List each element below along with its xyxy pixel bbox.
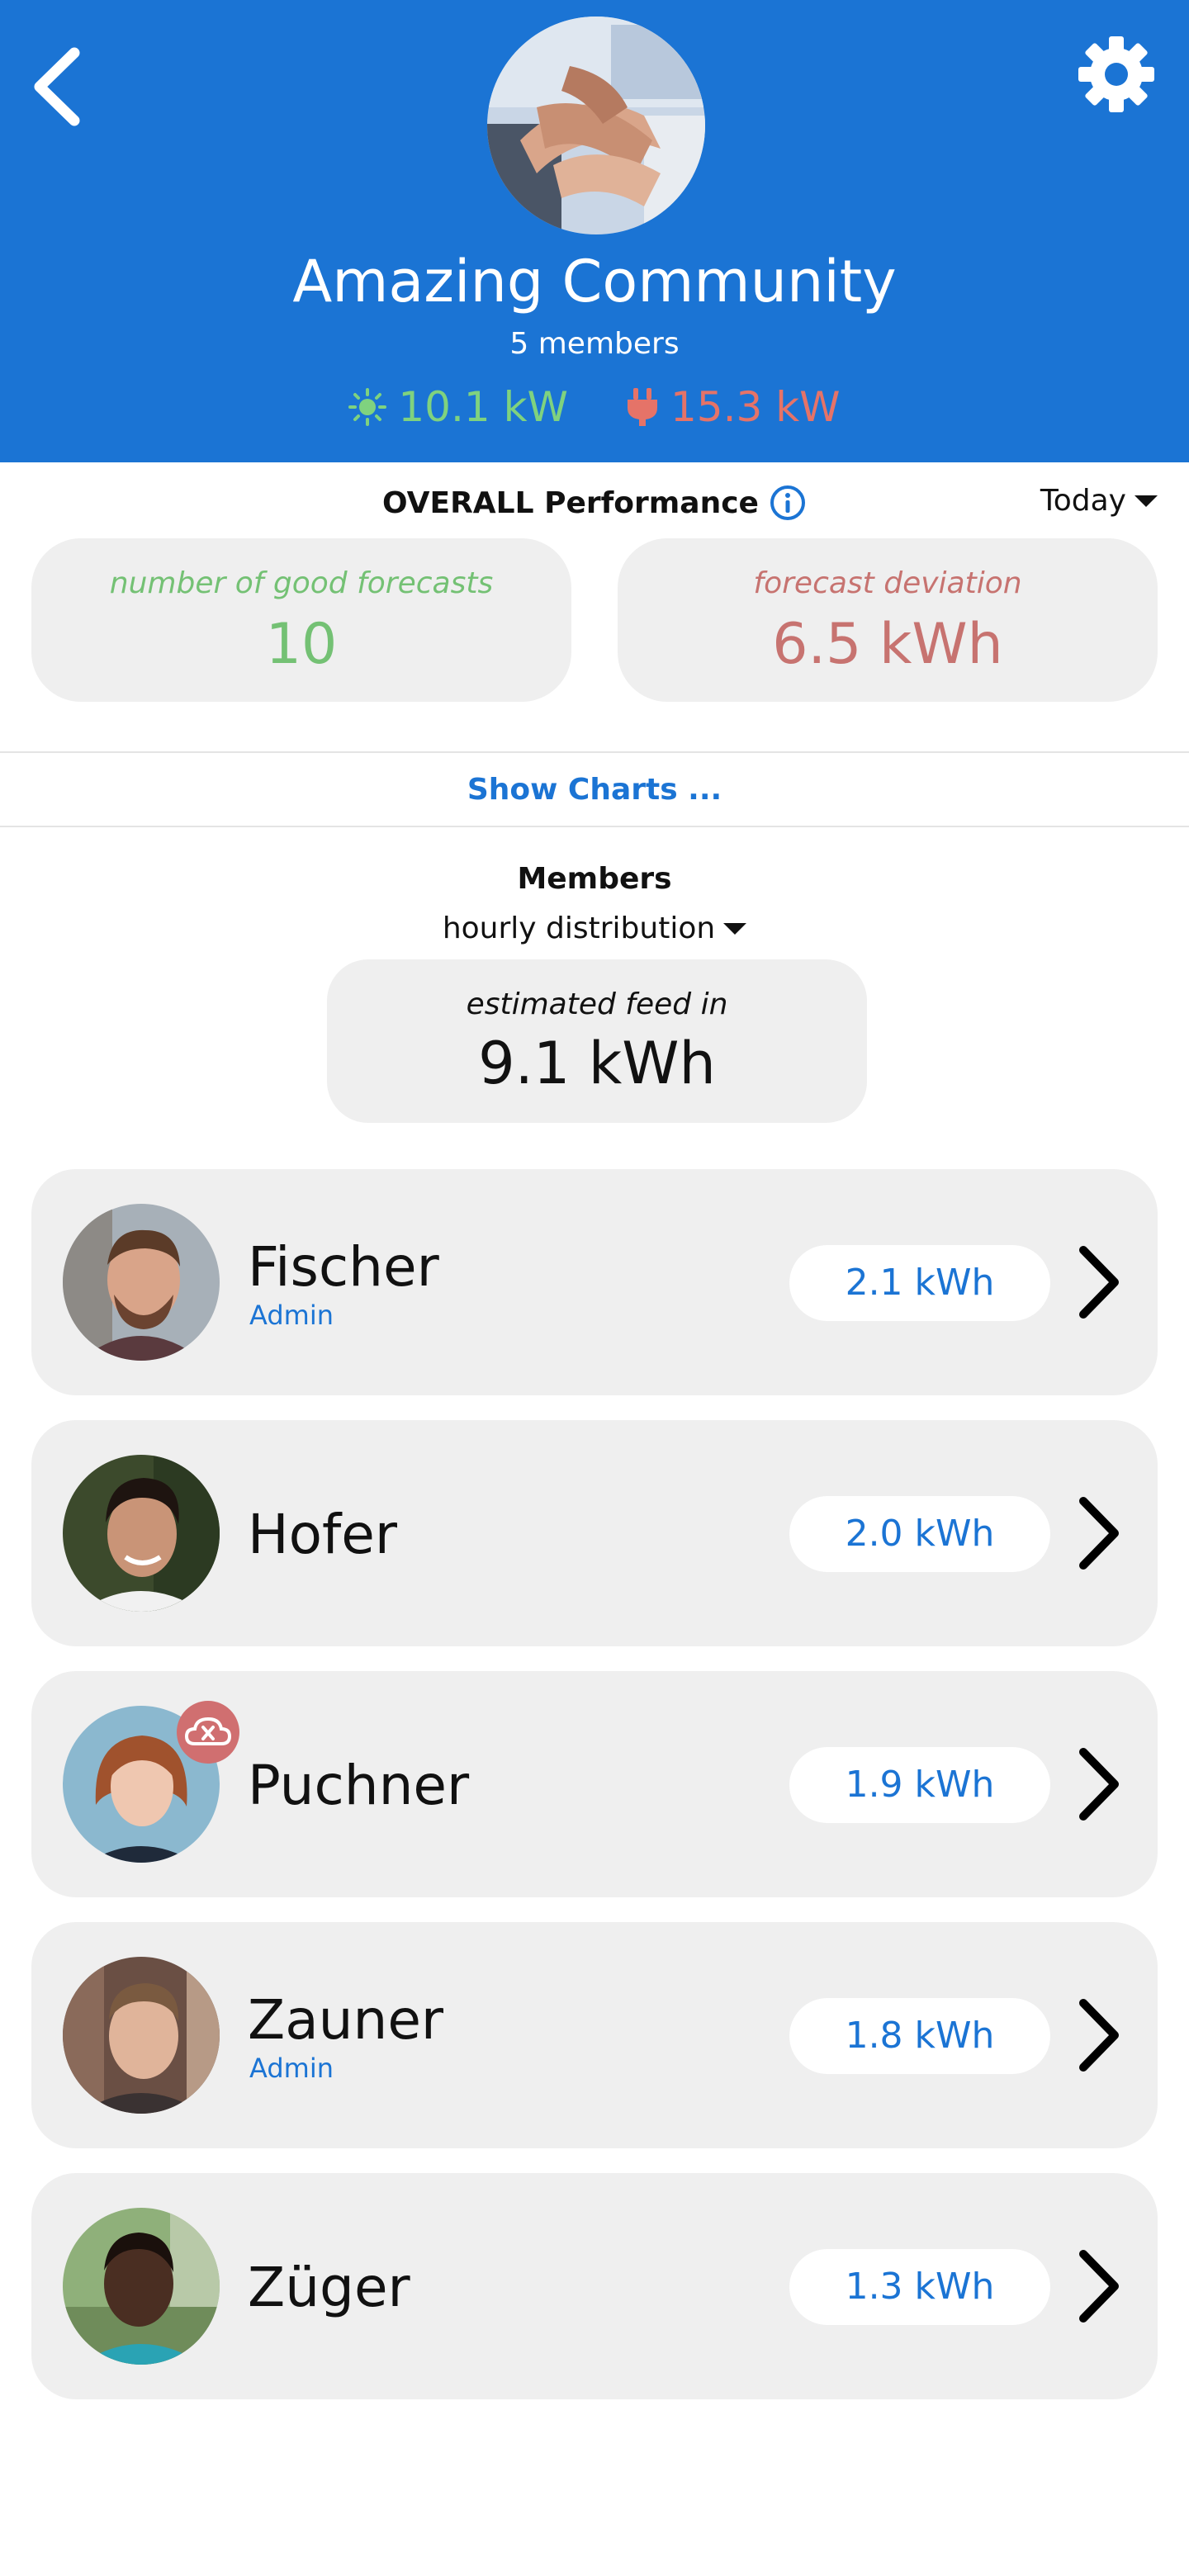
- member-role: Admin: [249, 2053, 334, 2084]
- member-card-puchner[interactable]: Puchner 1.9 kWh: [31, 1671, 1158, 1897]
- member-role: Admin: [249, 1300, 334, 1331]
- forecast-deviation-card: forecast deviation 6.5 kWh: [618, 538, 1158, 702]
- member-name: Puchner: [248, 1754, 470, 1817]
- sun-icon: [348, 388, 387, 426]
- member-name: Züger: [248, 2256, 410, 2319]
- avatar: [63, 2208, 220, 2365]
- chevron-right-icon[interactable]: [1073, 1242, 1123, 1323]
- member-card-fischer[interactable]: Fischer Admin 2.1 kWh: [31, 1169, 1158, 1395]
- divider: [0, 826, 1189, 827]
- forecast-deviation-value: 6.5 kWh: [772, 612, 1003, 677]
- settings-button[interactable]: [1075, 33, 1158, 116]
- member-card-zuger[interactable]: Züger 1.3 kWh: [31, 2173, 1158, 2399]
- avatar: [63, 1204, 220, 1361]
- member-count: 5 members: [509, 327, 680, 361]
- estimated-feed-card: estimated feed in 9.1 kWh: [327, 959, 867, 1123]
- good-forecasts-card: number of good forecasts 10: [31, 538, 571, 702]
- offline-badge: [177, 1701, 239, 1764]
- member-energy: 1.3 kWh: [789, 2249, 1050, 2325]
- good-forecasts-label: number of good forecasts: [109, 566, 494, 600]
- member-energy: 2.1 kWh: [789, 1245, 1050, 1321]
- chevron-right-icon[interactable]: [1073, 1995, 1123, 2076]
- gear-icon: [1078, 36, 1154, 112]
- members-title: Members: [517, 862, 672, 896]
- cloud-offline-icon: [184, 1717, 232, 1745]
- member-energy: 1.9 kWh: [789, 1747, 1050, 1823]
- avatar: [63, 1455, 220, 1612]
- member-name: Fischer: [248, 1235, 439, 1299]
- plug-icon: [628, 388, 657, 426]
- caret-down-icon: [1135, 495, 1158, 507]
- power-stats: 10.1 kW 15.3 kW: [0, 383, 1189, 431]
- estimated-feed-value: 9.1 kWh: [478, 1030, 716, 1097]
- member-name: Hofer: [248, 1503, 397, 1566]
- grid-value: 15.3 kW: [670, 383, 841, 431]
- caret-down-icon: [723, 922, 747, 935]
- member-energy: 2.0 kWh: [789, 1496, 1050, 1572]
- chevron-right-icon[interactable]: [1073, 1493, 1123, 1574]
- performance-title-text: OVERALL Performance: [382, 485, 759, 520]
- chevron-left-icon: [34, 47, 80, 126]
- member-name: Zauner: [248, 1988, 444, 2052]
- distribution-select[interactable]: hourly distribution: [0, 912, 1189, 945]
- community-avatar: [487, 17, 705, 234]
- solar-value: 10.1 kW: [398, 383, 568, 431]
- distribution-label: hourly distribution: [442, 912, 716, 945]
- show-charts-link[interactable]: Show Charts ...: [0, 773, 1189, 807]
- avatar: [63, 1957, 220, 2114]
- community-header: Amazing Community 5 members 10.1 kW 15.3…: [0, 0, 1189, 462]
- performance-title: OVERALL Performance: [0, 484, 1189, 522]
- estimated-feed-label: estimated feed in: [466, 987, 728, 1021]
- divider: [0, 751, 1189, 753]
- member-card-hofer[interactable]: Hofer 2.0 kWh: [31, 1420, 1158, 1646]
- member-card-zauner[interactable]: Zauner Admin 1.8 kWh: [31, 1922, 1158, 2148]
- member-energy: 1.8 kWh: [789, 1998, 1050, 2074]
- grid-stat: 15.3 kW: [626, 383, 841, 431]
- solar-stat: 10.1 kW: [348, 383, 568, 431]
- forecast-deviation-label: forecast deviation: [753, 566, 1022, 600]
- period-label: Today: [1040, 484, 1126, 518]
- chevron-right-icon[interactable]: [1073, 2246, 1123, 2327]
- info-icon[interactable]: [769, 484, 807, 522]
- back-button[interactable]: [23, 41, 89, 132]
- good-forecasts-value: 10: [265, 612, 338, 677]
- period-select[interactable]: Today: [1040, 484, 1158, 518]
- chevron-right-icon[interactable]: [1073, 1744, 1123, 1825]
- community-name: Amazing Community: [292, 248, 897, 315]
